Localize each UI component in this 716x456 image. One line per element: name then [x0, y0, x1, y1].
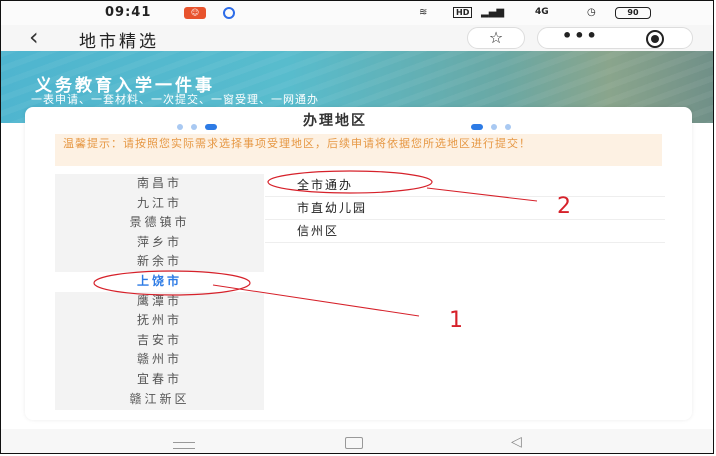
menu-icon[interactable] — [173, 442, 195, 449]
signal-icon: ▂▄▆ — [481, 7, 505, 18]
mini-program-capsule: ••• — [537, 26, 693, 49]
nav-bar: ‹ 地市精选 ☆ ••• — [1, 23, 713, 52]
area-item[interactable]: 市直幼儿园 — [265, 197, 665, 220]
city-item[interactable]: 萍乡市 — [55, 233, 264, 253]
phone-screen: 09:41 ☺ ≋ HD ▂▄▆ 4G ◷ 90 ‹ 地市精选 ☆ ••• 义务… — [0, 0, 714, 454]
city-item[interactable]: 新余市 — [55, 252, 264, 272]
signal-4g: 4G — [535, 7, 549, 17]
system-nav-bar: ◁ — [1, 429, 713, 453]
city-item[interactable]: 赣江新区 — [55, 390, 264, 410]
page-title: 地市精选 — [79, 32, 159, 52]
area-item[interactable]: 信州区 — [265, 220, 665, 243]
battery-indicator: 90 — [615, 7, 651, 19]
back-triangle-icon[interactable]: ◁ — [511, 434, 522, 450]
favorite-button[interactable]: ☆ — [467, 27, 525, 49]
tip-notice: 温馨提示：请按照您实际需求选择事项受理地区，后续申请将依据您所选地区进行提交！ — [55, 134, 662, 166]
wifi-icon: ≋ — [419, 7, 428, 18]
city-item[interactable]: 赣州市 — [55, 350, 264, 370]
alarm-icon: ◷ — [587, 7, 596, 18]
hd-badge: HD — [453, 7, 473, 18]
area-item[interactable]: 全市通办 — [265, 174, 665, 197]
chevron-left-icon[interactable]: ‹ — [29, 23, 39, 51]
city-item[interactable]: 九江市 — [55, 194, 264, 214]
home-icon[interactable] — [345, 437, 363, 449]
area-list: 全市通办 市直幼儿园 信州区 — [265, 174, 665, 243]
city-list: 南昌市 九江市 景德镇市 萍乡市 新余市 上饶市 鹰潭市 抚州市 吉安市 赣州市 宜春市 赣江新区 — [55, 174, 264, 410]
region-card: 办理地区 温馨提示：请按照您实际需求选择事项受理地区，后续申请将依据您所选地区进… — [25, 107, 692, 420]
star-icon: ☆ — [488, 28, 504, 47]
status-time: 09:41 — [105, 5, 152, 20]
annotation-label-1: 1 — [449, 308, 463, 333]
target-icon[interactable] — [646, 30, 664, 48]
status-bar: 09:41 ☺ ≋ HD ▂▄▆ 4G ◷ 90 — [1, 1, 713, 25]
city-item[interactable]: 抚州市 — [55, 311, 264, 331]
banner-subtitle: 一表申请、一套材料、一次提交、一窗受理、一网通办 — [31, 93, 319, 106]
title-dots-right — [471, 116, 519, 135]
city-item[interactable]: 南昌市 — [55, 174, 264, 194]
card-title: 办理地区 — [303, 113, 367, 129]
notification-icon: ☺ — [184, 7, 206, 19]
city-item[interactable]: 上饶市 — [55, 271, 264, 292]
city-item[interactable]: 鹰潭市 — [55, 292, 264, 312]
notification-icon-2 — [223, 7, 235, 19]
city-item[interactable]: 吉安市 — [55, 331, 264, 351]
more-icon[interactable]: ••• — [562, 26, 599, 45]
annotation-label-2: 2 — [557, 194, 571, 219]
title-dots-left — [177, 116, 217, 135]
city-item[interactable]: 宜春市 — [55, 370, 264, 390]
city-item[interactable]: 景德镇市 — [55, 213, 264, 233]
